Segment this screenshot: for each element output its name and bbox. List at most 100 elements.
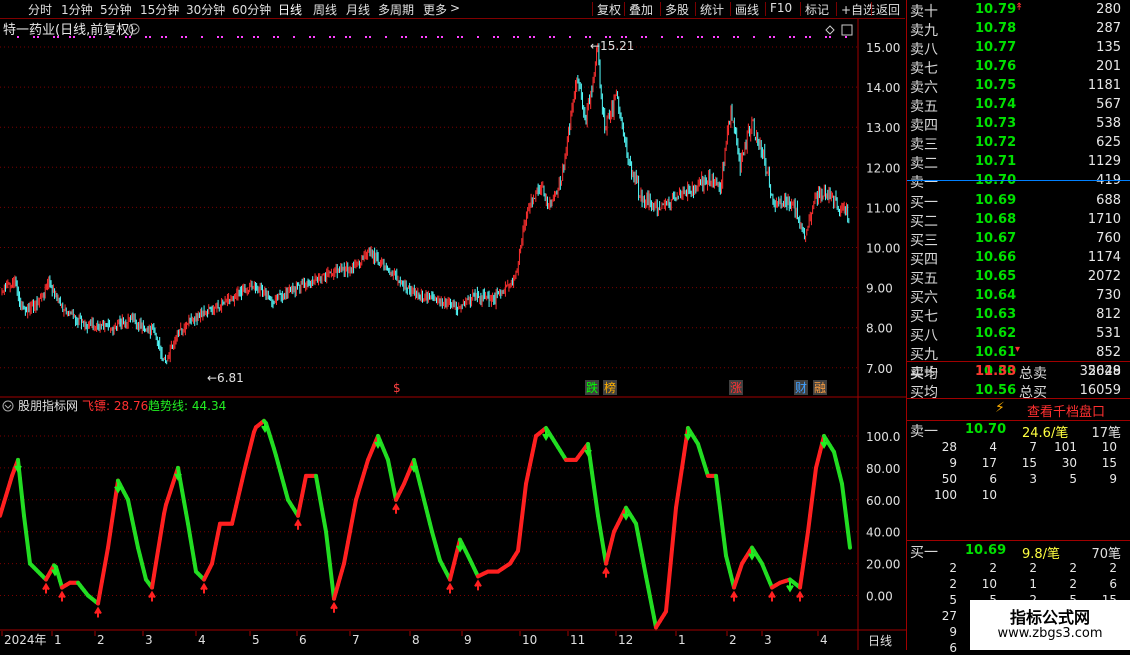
view-thousand-link[interactable]: 查看千档盘口 xyxy=(1027,401,1105,420)
tool-button-5[interactable]: F10 xyxy=(770,1,792,15)
level-name: 卖一 xyxy=(910,175,938,191)
indicator-segment xyxy=(516,532,522,553)
more-arrow-icon[interactable]: > xyxy=(450,1,460,15)
event-marker[interactable]: 财 xyxy=(795,381,807,395)
price-chart[interactable]: 15.00 14.00 13.00 12.00 11.00 10.00 9.00 8.00 7.… xyxy=(0,19,906,417)
period-tab-7[interactable]: 周线 xyxy=(313,1,337,18)
sell1-order-size: 101 xyxy=(1054,440,1077,454)
sell1-count: 17笔 xyxy=(1091,426,1121,441)
ask-row[interactable]: 卖五 10.74 567 xyxy=(907,95,1130,115)
signal-dot xyxy=(621,36,623,38)
buy-arrow-icon xyxy=(94,606,102,618)
sell1-name: 卖一 xyxy=(910,424,938,440)
signal-dot xyxy=(457,36,459,38)
ask-row[interactable]: 卖九 10.78 287 xyxy=(907,19,1130,39)
tool-button-0[interactable]: 复权 xyxy=(597,1,621,18)
level-price: 10.73 xyxy=(975,116,1017,131)
period-tab-9[interactable]: 多周期 xyxy=(378,1,414,18)
tool-button-1[interactable]: 叠加 xyxy=(629,1,653,18)
bid-row[interactable]: 买六 10.64 730 xyxy=(907,286,1130,306)
event-marker[interactable]: 融 xyxy=(814,381,826,395)
indicator-segment xyxy=(676,479,682,497)
signal-dot xyxy=(609,36,611,38)
period-tab-0[interactable]: 分时 xyxy=(28,1,52,18)
buy1-order-size: 2 xyxy=(1069,577,1077,591)
sell1-order-size: 6 xyxy=(989,472,997,486)
price-y-tick: 15.00 xyxy=(866,41,900,55)
tool-button-6[interactable]: 标记 xyxy=(805,1,829,18)
signal-dot xyxy=(425,36,427,38)
indicator-chart[interactable]: 100.0 80.00 60.00 40.00 20.00 0.00 股朋指标网 飞镖: 28… xyxy=(0,398,906,631)
period-tab-5[interactable]: 60分钟 xyxy=(232,1,271,18)
level-price: 10.69 xyxy=(975,193,1017,208)
level-name: 买二 xyxy=(910,214,938,230)
bid-row[interactable]: 买七 10.63 812 xyxy=(907,305,1130,325)
event-marker[interactable]: 榜 xyxy=(604,380,616,395)
buy1-order-size: 27 xyxy=(941,609,957,623)
indicator-segment xyxy=(716,489,722,510)
period-tab-10[interactable]: 更多 xyxy=(423,1,447,18)
level-name: 买五 xyxy=(910,271,938,287)
sell1-order-size: 4 xyxy=(989,440,997,454)
signal-dot xyxy=(401,36,403,38)
window-icon[interactable] xyxy=(841,24,853,36)
ask-row[interactable]: 卖六 10.75 1181 xyxy=(907,76,1130,96)
level-price: 10.78 xyxy=(975,21,1017,36)
indicator-menu-icon[interactable] xyxy=(2,400,14,412)
signal-dot xyxy=(793,36,795,38)
signal-dot xyxy=(333,36,335,38)
signal-dot xyxy=(89,36,91,38)
indicator-segment xyxy=(682,439,688,457)
period-toolbar: 分时 1分钟 5分钟 15分钟 30分钟 60分钟 日线 周线 月线 多周期 更多 > 复权 叠加 多股 统计… xyxy=(0,0,905,19)
up-mark-icon: ↟ xyxy=(1015,2,1024,13)
buy-arrow-icon xyxy=(392,502,400,514)
signal-dot xyxy=(185,36,187,38)
level-name: 卖六 xyxy=(910,80,938,96)
signal-dot xyxy=(769,36,771,38)
x-period-label[interactable]: 日线 xyxy=(868,634,892,648)
ask-row[interactable]: 卖二 10.71 1129 xyxy=(907,152,1130,172)
bid-row[interactable]: 买三 10.67 760 xyxy=(907,229,1130,249)
signal-dot xyxy=(293,36,295,38)
ask-row[interactable]: 卖七 10.76 201 xyxy=(907,57,1130,77)
x-tick-label: 2 xyxy=(97,633,105,647)
bid-row[interactable]: 买五 10.65 2072 xyxy=(907,267,1130,287)
buy-arrow-icon xyxy=(42,582,50,594)
event-marker[interactable]: $ xyxy=(393,381,401,395)
tool-button-7[interactable]: +自选 xyxy=(841,1,875,18)
buy1-order-size: 10 xyxy=(981,577,997,591)
period-tab-2[interactable]: 5分钟 xyxy=(100,1,132,18)
period-tab-6[interactable]: 日线 xyxy=(278,1,302,18)
signal-dot xyxy=(661,36,663,38)
bid-row[interactable]: 买八 10.62 531 xyxy=(907,324,1130,344)
watermark-logo: 指标公式网 www.zbgs3.com xyxy=(970,600,1130,650)
tool-button-2[interactable]: 多股 xyxy=(665,1,689,18)
buy-arrow-icon xyxy=(446,582,454,594)
level-name: 卖三 xyxy=(910,137,938,153)
ask-row[interactable]: 卖四 10.73 538 xyxy=(907,114,1130,134)
period-tab-1[interactable]: 1分钟 xyxy=(61,1,93,18)
ask-row[interactable]: 卖八 10.77 135 xyxy=(907,38,1130,58)
bid-row[interactable]: 买二 10.68 1710 xyxy=(907,210,1130,230)
buy-arrow-icon xyxy=(796,590,804,602)
period-tab-8[interactable]: 月线 xyxy=(346,1,370,18)
signal-dot xyxy=(165,36,167,38)
tool-button-8[interactable]: 返回 xyxy=(876,1,900,18)
signal-dot xyxy=(645,36,647,38)
buy1-per: 9.8/笔 xyxy=(1022,547,1061,562)
diamond-icon[interactable] xyxy=(825,25,835,35)
tool-button-3[interactable]: 统计 xyxy=(700,1,724,18)
level-name: 卖七 xyxy=(910,61,938,77)
tool-button-4[interactable]: 画线 xyxy=(735,1,759,18)
period-tab-3[interactable]: 15分钟 xyxy=(140,1,179,18)
signal-dot xyxy=(253,36,255,38)
level-volume: 1174 xyxy=(1087,250,1121,265)
period-tab-4[interactable]: 30分钟 xyxy=(186,1,225,18)
indicator-segment xyxy=(674,492,680,510)
bid-row[interactable]: 买一 10.69 688 xyxy=(907,191,1130,211)
event-marker[interactable]: 跌 xyxy=(586,380,598,395)
event-marker[interactable]: 涨 xyxy=(730,380,742,395)
ask-row[interactable]: 卖三 10.72 625 xyxy=(907,133,1130,153)
indicator-segment xyxy=(800,557,806,576)
bid-row[interactable]: 买四 10.66 1174 xyxy=(907,248,1130,268)
